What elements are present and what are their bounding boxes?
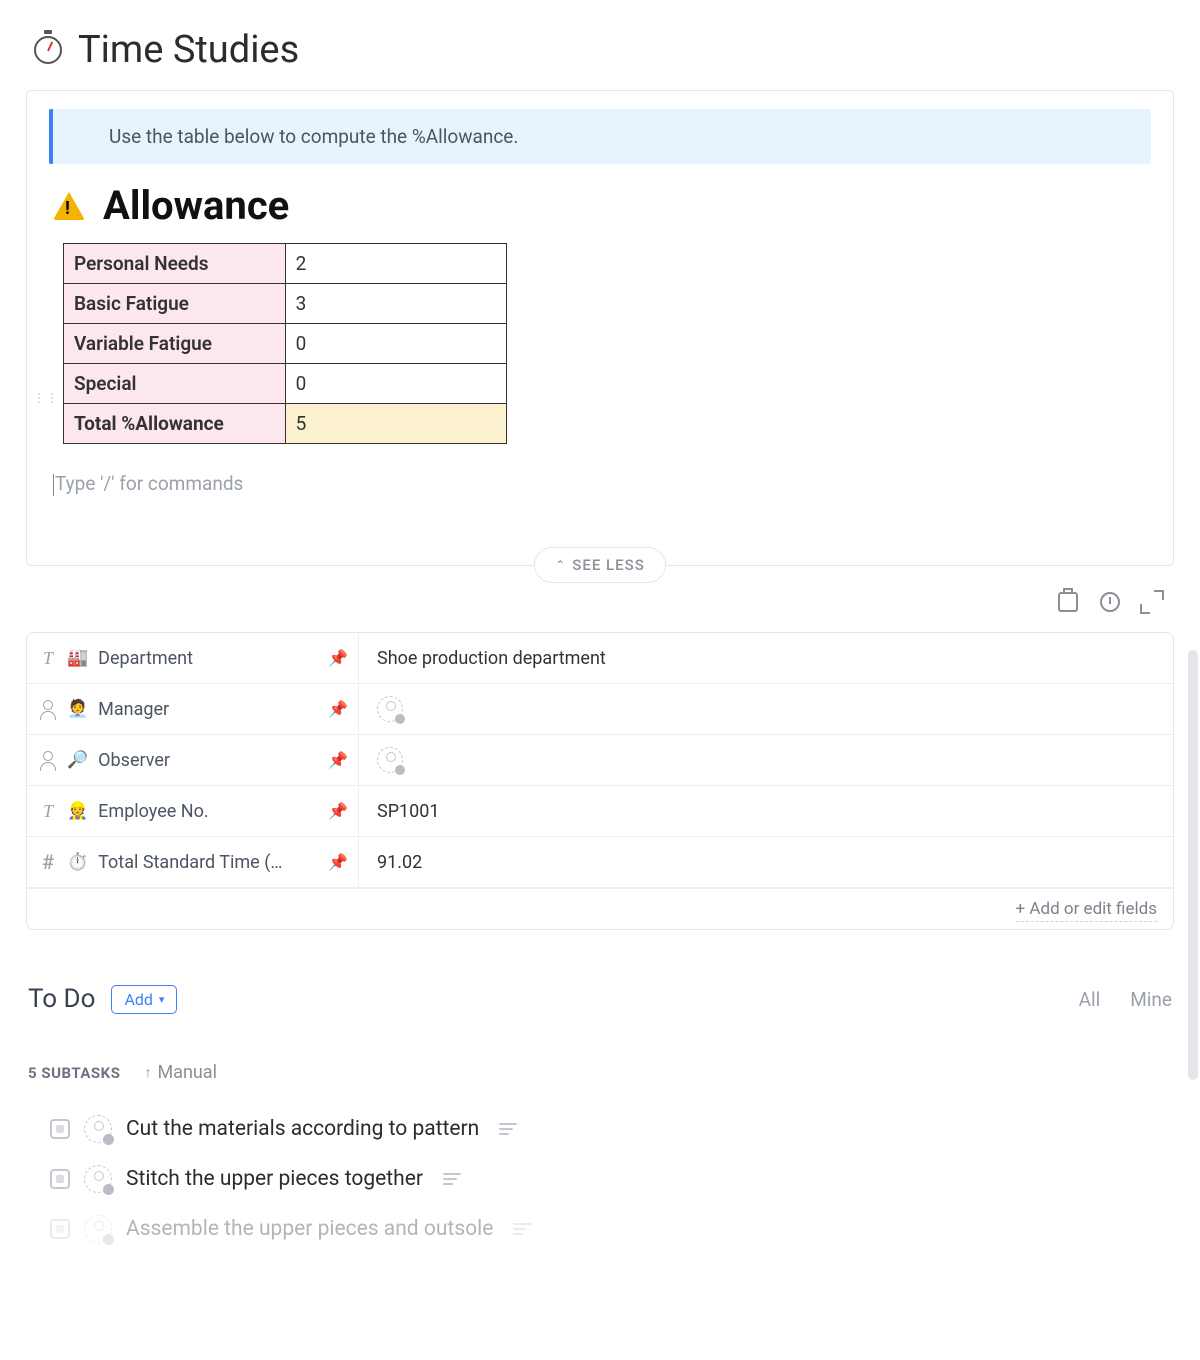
allowance-value[interactable]: 0: [285, 364, 506, 404]
pin-icon[interactable]: 📌: [328, 802, 348, 821]
number-type-icon: #: [39, 850, 57, 874]
person-type-icon: [39, 751, 57, 769]
filter-all[interactable]: All: [1079, 988, 1101, 1011]
field-label: Observer: [98, 750, 170, 771]
table-row: Special 0: [64, 364, 507, 404]
task-row: Stitch the upper pieces together: [50, 1165, 1172, 1193]
field-label: Manager: [98, 699, 169, 720]
allowance-table: Personal Needs 2 Basic Fatigue 3 Variabl…: [63, 243, 507, 444]
table-row: Personal Needs 2: [64, 244, 507, 284]
allowance-label: Personal Needs: [64, 244, 286, 284]
text-type-icon: T: [39, 801, 57, 822]
add-edit-fields-button[interactable]: + Add or edit fields: [1016, 899, 1157, 922]
print-icon[interactable]: [1058, 592, 1078, 612]
field-label: Total Standard Time (mi…: [98, 852, 298, 873]
allowance-value[interactable]: 3: [285, 284, 506, 324]
table-row: Variable Fatigue 0: [64, 324, 507, 364]
field-value-manager[interactable]: [359, 684, 1173, 734]
task-assignee-icon[interactable]: [84, 1165, 112, 1193]
allowance-value[interactable]: 2: [285, 244, 506, 284]
task-checkbox[interactable]: [50, 1219, 70, 1239]
pin-icon[interactable]: 📌: [328, 649, 348, 668]
chevron-up-icon: ⌃: [555, 558, 566, 572]
allowance-value[interactable]: 0: [285, 324, 506, 364]
description-icon: [513, 1223, 531, 1235]
drag-handle-icon[interactable]: ⋮⋮: [33, 391, 59, 405]
pin-icon[interactable]: 📌: [328, 751, 348, 770]
task-assignee-icon[interactable]: [84, 1115, 112, 1143]
manager-icon: 🧑‍💼: [67, 699, 88, 719]
task-checkbox[interactable]: [50, 1169, 70, 1189]
pin-icon[interactable]: 📌: [328, 700, 348, 719]
subtask-count: 5 SUBTASKS: [28, 1064, 120, 1082]
page-title: Time Studies: [78, 28, 299, 72]
worker-icon: 👷: [67, 801, 88, 821]
empty-assignee-icon[interactable]: [377, 747, 403, 773]
field-label: Department: [98, 648, 193, 669]
field-row-manager: 🧑‍💼 Manager 📌: [27, 684, 1173, 735]
allowance-label: Basic Fatigue: [64, 284, 286, 324]
arrow-up-icon: ↑: [144, 1064, 151, 1081]
filter-mine[interactable]: Mine: [1130, 988, 1172, 1011]
field-value-total-std-time[interactable]: 91.02: [359, 837, 1173, 887]
task-checkbox[interactable]: [50, 1119, 70, 1139]
warning-icon: [53, 192, 85, 220]
allowance-total-value: 5: [285, 404, 506, 444]
sort-mode-button[interactable]: ↑ Manual: [144, 1062, 217, 1083]
task-row: Cut the materials according to pattern: [50, 1115, 1172, 1143]
task-assignee-icon[interactable]: [84, 1215, 112, 1243]
task-title[interactable]: Assemble the upper pieces and outsole: [126, 1217, 493, 1241]
scrollbar[interactable]: [1188, 650, 1198, 1080]
factory-icon: 🏭: [67, 648, 88, 668]
field-label: Employee No.: [98, 801, 208, 822]
stopwatch-small-icon: ⏱️: [67, 852, 88, 872]
stopwatch-icon: [34, 36, 62, 64]
field-value-employee-no[interactable]: SP1001: [359, 786, 1173, 836]
caret-down-icon: ▾: [159, 993, 165, 1006]
task-title[interactable]: Stitch the upper pieces together: [126, 1167, 423, 1191]
field-value-department[interactable]: Shoe production department: [359, 633, 1173, 683]
allowance-total-label: Total %Allowance: [64, 404, 286, 444]
task-row: Assemble the upper pieces and outsole: [50, 1215, 1172, 1243]
info-banner: Use the table below to compute the %Allo…: [49, 109, 1151, 164]
allowance-heading: Allowance: [103, 182, 289, 229]
see-less-button[interactable]: ⌃ SEE LESS: [534, 547, 666, 583]
fields-panel: T 🏭 Department 📌 Shoe production departm…: [26, 632, 1174, 930]
empty-assignee-icon[interactable]: [377, 696, 403, 722]
todo-heading: To Do: [28, 984, 95, 1014]
field-value-observer[interactable]: [359, 735, 1173, 785]
field-row-observer: 🔎 Observer 📌: [27, 735, 1173, 786]
magnifier-icon: 🔎: [67, 750, 88, 770]
table-row-total: Total %Allowance 5: [64, 404, 507, 444]
expand-icon[interactable]: [1142, 592, 1162, 612]
command-input[interactable]: Type '/' for commands: [53, 472, 1151, 495]
table-row: Basic Fatigue 3: [64, 284, 507, 324]
history-icon[interactable]: [1100, 592, 1120, 612]
field-row-employee-no: T 👷 Employee No. 📌 SP1001: [27, 786, 1173, 837]
field-row-total-std-time: # ⏱️ Total Standard Time (mi… 📌 91.02: [27, 837, 1173, 888]
person-type-icon: [39, 700, 57, 718]
allowance-label: Variable Fatigue: [64, 324, 286, 364]
description-icon: [499, 1123, 517, 1135]
task-title[interactable]: Cut the materials according to pattern: [126, 1117, 479, 1141]
pin-icon[interactable]: 📌: [328, 853, 348, 872]
add-task-button[interactable]: Add ▾: [111, 985, 177, 1014]
description-card: Use the table below to compute the %Allo…: [26, 90, 1174, 566]
description-icon: [443, 1173, 461, 1185]
allowance-label: Special: [64, 364, 286, 404]
text-type-icon: T: [39, 648, 57, 669]
field-row-department: T 🏭 Department 📌 Shoe production departm…: [27, 633, 1173, 684]
